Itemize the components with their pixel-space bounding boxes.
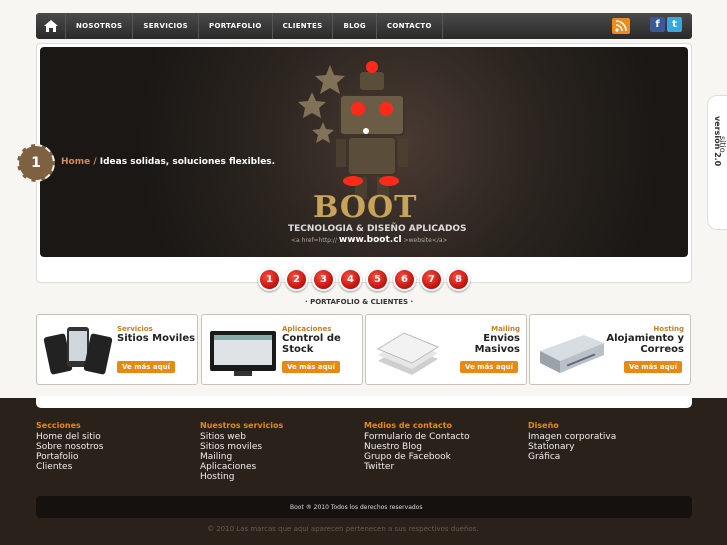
- card-category: Mailing: [491, 325, 520, 333]
- nav-item-nosotros[interactable]: NOSOTROS: [66, 13, 134, 39]
- footer-link[interactable]: Sitios web: [200, 432, 283, 442]
- footer-link[interactable]: Mailing: [200, 452, 283, 462]
- card-title: Control de Stock: [282, 333, 341, 355]
- breadcrumb-home[interactable]: Home: [61, 157, 90, 167]
- footer-link[interactable]: Hosting: [200, 472, 283, 482]
- footer-col-secciones: Secciones Home del sitio Sobre nosotros …: [36, 421, 103, 472]
- footer-link[interactable]: Clientes: [36, 462, 103, 472]
- card-control-stock[interactable]: Aplicaciones Control de Stock Ve más aqu…: [201, 314, 363, 385]
- card-category: Aplicaciones: [282, 325, 332, 333]
- nav-item-clientes[interactable]: CLIENTES: [273, 13, 334, 39]
- banner-url: <a href=http:// www.boot.cl >website</a>: [291, 235, 448, 245]
- url-prefix: <a href=http://: [291, 237, 337, 244]
- url-domain: www.boot.cl: [338, 235, 402, 245]
- card-sitios-moviles[interactable]: Servicios Sitios Moviles Ve más aquí: [36, 314, 198, 385]
- legal-notice: © 2010 Las marcas que aquí aparecen pert…: [207, 525, 479, 533]
- pager-dot-2[interactable]: 2: [285, 268, 308, 291]
- banner-tagline: TECNOLOGIA & DISEÑO APLICADOS: [288, 224, 467, 234]
- footer-col-title: Medios de contacto: [364, 421, 453, 430]
- section-title: · PORTAFOLIO & CLIENTES ·: [305, 298, 414, 306]
- footer-col-title: Nuestros servicios: [200, 421, 284, 430]
- footer-link[interactable]: Stationary: [528, 442, 616, 452]
- footer-link[interactable]: Sobre nosotros: [36, 442, 103, 452]
- card-more-button[interactable]: Ve más aquí: [282, 361, 340, 373]
- pager-dot-4[interactable]: 4: [339, 268, 362, 291]
- footer-col-title: Secciones: [36, 421, 81, 430]
- footer-link[interactable]: Home del sitio: [36, 432, 103, 442]
- footer-link[interactable]: Twitter: [364, 462, 470, 472]
- footer-link[interactable]: Portafolio: [36, 452, 103, 462]
- facebook-icon[interactable]: f: [650, 17, 665, 32]
- card-envios-masivos[interactable]: Mailing Envios Masivos Ve más aquí: [365, 314, 527, 385]
- server-image: [540, 335, 604, 373]
- nav-item-blog[interactable]: BLOG: [333, 13, 377, 39]
- footer-col-contacto: Medios de contacto Formulario de Contact…: [364, 421, 470, 472]
- card-more-button[interactable]: Ve más aquí: [460, 361, 518, 373]
- boot-logo: BOOT: [313, 190, 418, 225]
- pager-dot-3[interactable]: 3: [312, 268, 335, 291]
- footer-link[interactable]: Sitios moviles: [200, 442, 283, 452]
- slide-number-badge: 1: [17, 144, 55, 182]
- version-tab-label: nuevo sitio versión 2.0: [713, 116, 727, 166]
- nav-item-portafolio[interactable]: PORTAFOLIO: [199, 13, 273, 39]
- card-more-button[interactable]: Ve más aquí: [117, 361, 175, 373]
- pager-dot-1[interactable]: 1: [258, 268, 281, 291]
- card-category: Servicios: [117, 325, 153, 333]
- footer-col-diseno: Diseño Imagen corporativa Stationary Grá…: [528, 421, 616, 462]
- breadcrumb-separator: /: [90, 157, 100, 167]
- nav-item-contacto[interactable]: CONTACTO: [377, 13, 443, 39]
- envelopes-image: [376, 332, 440, 375]
- version-tab-text: nuevo sitio: [718, 136, 727, 153]
- twitter-icon[interactable]: t: [667, 17, 682, 32]
- footer-link[interactable]: Formulario de Contacto: [364, 432, 470, 442]
- social-links: f t: [650, 17, 682, 39]
- card-more-button[interactable]: Ve más aquí: [624, 361, 682, 373]
- card-title: Sitios Moviles: [117, 333, 196, 344]
- card-title: Alojamiento y Correos: [606, 333, 684, 355]
- pager-dot-7[interactable]: 7: [420, 268, 443, 291]
- phones-image: [43, 327, 113, 375]
- footer-link[interactable]: Grupo de Facebook: [364, 452, 470, 462]
- version-side-tab[interactable]: nuevo sitio versión 2.0: [707, 95, 727, 230]
- card-title: Envios Masivos: [474, 333, 520, 355]
- pager-dot-5[interactable]: 5: [366, 268, 389, 291]
- monitor-image: [210, 331, 276, 376]
- slide-pager: 1 2 3 4 5 6 7 8: [258, 268, 470, 291]
- breadcrumb: Home / Ideas solidas, soluciones flexibl…: [61, 157, 275, 167]
- footer-col-servicios: Nuestros servicios Sitios web Sitios mov…: [200, 421, 283, 482]
- breadcrumb-current: Ideas solidas, soluciones flexibles.: [99, 157, 276, 167]
- nav-home[interactable]: [36, 13, 66, 39]
- pager-dot-6[interactable]: 6: [393, 268, 416, 291]
- footer-link[interactable]: Nuestro Blog: [364, 442, 470, 452]
- nav-item-servicios[interactable]: SERVICIOS: [133, 13, 200, 39]
- footer-link[interactable]: Imagen corporativa: [528, 432, 616, 442]
- footer-col-title: Diseño: [528, 421, 559, 430]
- home-icon: [43, 20, 58, 32]
- card-alojamiento[interactable]: Hosting Alojamiento y Correos Ve más aqu…: [529, 314, 691, 385]
- copyright-bar: Boot ® 2010 Todos los derechos reservado…: [36, 496, 692, 518]
- panel-bottom-edge: [36, 396, 692, 408]
- rss-icon[interactable]: [612, 18, 630, 34]
- top-nav: NOSOTROS SERVICIOS PORTAFOLIO CLIENTES B…: [36, 13, 692, 39]
- footer-link[interactable]: Gráfica: [528, 452, 616, 462]
- card-category: Hosting: [653, 325, 684, 333]
- url-suffix: >website</a>: [403, 237, 448, 244]
- pager-dot-8[interactable]: 8: [447, 268, 470, 291]
- footer-link[interactable]: Aplicaciones: [200, 462, 283, 472]
